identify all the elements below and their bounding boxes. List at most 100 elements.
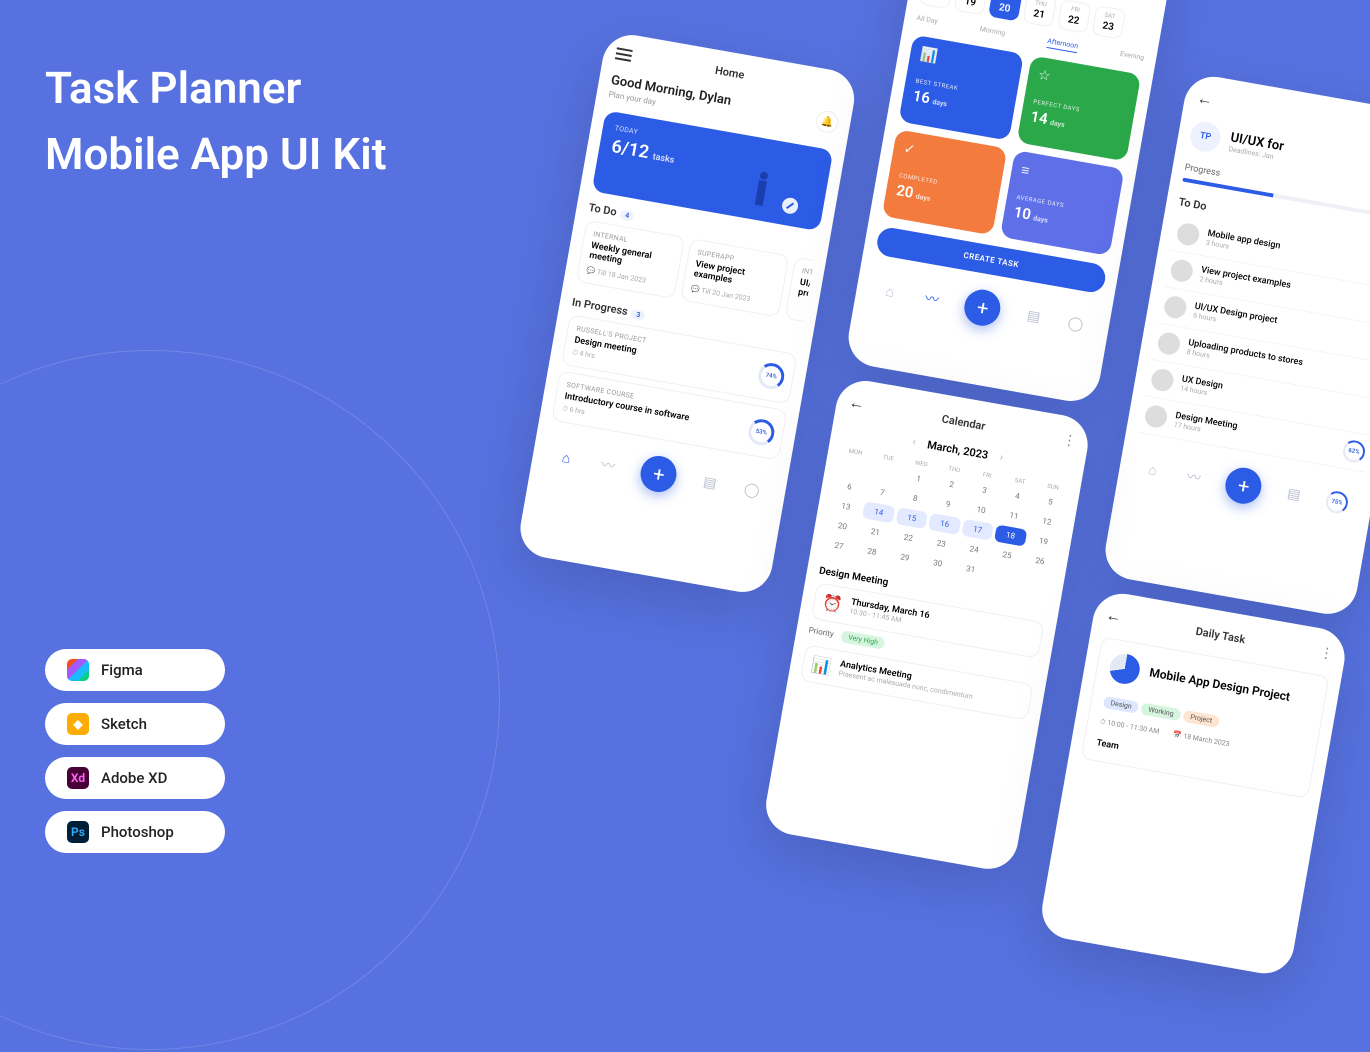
cal-day[interactable]	[987, 564, 1020, 586]
cal-day[interactable]: 28	[855, 541, 888, 563]
month-label: March, 2023	[926, 438, 989, 462]
todo-card[interactable]: SUPERAPP View project examples 💬 Till 20…	[680, 238, 789, 317]
cal-day[interactable]: 9	[932, 493, 965, 515]
fab-add[interactable]: +	[1223, 465, 1265, 507]
progress-ring: 74%	[756, 361, 786, 391]
next-month-icon[interactable]: ›	[999, 452, 1004, 463]
tools-list: Figma ◆Sketch XdAdobe XD PsPhotoshop	[45, 649, 225, 853]
nav-activity-icon[interactable]: 〰	[598, 455, 619, 476]
todo-card[interactable]: INTERNAL UI/UX project	[784, 256, 814, 327]
cal-day[interactable]: 11	[998, 505, 1031, 527]
illustration	[742, 163, 820, 229]
stat-card[interactable]: 📊BEST STREAK16days	[898, 35, 1023, 141]
cal-day[interactable]: 31	[954, 558, 987, 580]
cal-day[interactable]: 1	[902, 468, 935, 490]
period-tab[interactable]: All Day	[915, 14, 938, 29]
day-pill[interactable]: THU21	[1022, 0, 1057, 28]
period-tab[interactable]: Evening	[1119, 50, 1145, 65]
nav-activity-icon[interactable]: 〰	[922, 288, 943, 309]
day-pill[interactable]: MON18	[919, 0, 954, 9]
nav-profile-icon[interactable]: ◯	[1065, 314, 1086, 335]
day-pill[interactable]: SAT23	[1091, 5, 1126, 40]
cal-day[interactable]: 22	[892, 527, 925, 549]
day-pill[interactable]: TUE19	[954, 0, 989, 15]
phone-detail: ← TP UI/UX for Deadlines: Jan Progress T…	[1101, 72, 1370, 619]
cal-day[interactable]: 24	[958, 538, 991, 560]
nav-profile-icon[interactable]: ◯	[741, 480, 762, 501]
cal-day[interactable]: 23	[925, 533, 958, 555]
cal-day[interactable]	[836, 456, 869, 478]
sketch-icon: ◆	[67, 713, 89, 735]
menu-icon[interactable]	[615, 47, 633, 62]
cal-day[interactable]: 3	[968, 479, 1001, 501]
project-card[interactable]: Mobile App Design Project DesignWorkingP…	[1081, 636, 1330, 798]
phone-activity: Activity ⚙ Today January, 18 Mon 2023 MO…	[844, 0, 1175, 406]
day-pill[interactable]: WED20	[988, 0, 1023, 21]
cal-day[interactable]: 15	[895, 507, 928, 529]
cal-day[interactable]: 29	[888, 547, 921, 569]
cal-day[interactable]: 2	[935, 474, 968, 496]
cal-day[interactable]: 20	[826, 515, 859, 537]
cal-day[interactable]: 6	[833, 476, 866, 498]
nav-tasks-icon[interactable]: ▤	[1023, 306, 1044, 327]
cal-day[interactable]: 16	[928, 513, 961, 535]
cal-day[interactable]: 14	[862, 501, 895, 523]
cal-day[interactable]: 21	[859, 521, 892, 543]
cal-day[interactable]: 5	[1034, 491, 1067, 513]
cal-day[interactable]: 26	[1024, 550, 1057, 572]
fab-add[interactable]: +	[638, 453, 680, 495]
progress-ring: 53%	[746, 417, 776, 447]
cal-day[interactable]: 17	[961, 519, 994, 541]
project-avatar: TP	[1188, 119, 1223, 154]
nav-tasks-icon[interactable]: ▤	[699, 473, 720, 494]
cal-day[interactable]: 30	[921, 552, 954, 574]
fab-add[interactable]: +	[962, 287, 1004, 329]
back-icon[interactable]: ←	[1104, 605, 1123, 627]
nav-tasks-icon[interactable]: ▤	[1283, 484, 1304, 505]
avatar	[1143, 404, 1168, 429]
stat-card[interactable]: ✓COMPLETED20days	[882, 129, 1007, 235]
cal-day[interactable]	[1020, 570, 1053, 592]
stat-card[interactable]: ≡AVERAGE DAYS10days	[999, 150, 1124, 256]
day-pill[interactable]: FRI22	[1057, 0, 1092, 34]
cal-day[interactable]: 8	[899, 487, 932, 509]
cal-day[interactable]: 19	[1027, 530, 1060, 552]
avatar	[1169, 258, 1194, 283]
phone-calendar: ← Calendar ⋮ ‹ March, 2023 › MONTUEWEDTH…	[761, 376, 1092, 873]
screen-title: Calendar	[941, 412, 987, 432]
screen-title: Daily Task	[1195, 624, 1247, 646]
cal-day[interactable]: 27	[823, 535, 856, 557]
team-label: Team	[1096, 738, 1300, 783]
time-label: ⏱ 10:00 - 11:30 AM	[1099, 718, 1160, 737]
nav-activity-icon[interactable]: 〰	[1183, 467, 1204, 488]
cal-day[interactable]: 10	[965, 499, 998, 521]
back-icon[interactable]: ←	[847, 392, 866, 414]
cal-day[interactable]: 25	[991, 544, 1024, 566]
cal-day[interactable]: 18	[994, 525, 1027, 547]
avatar	[1150, 367, 1175, 392]
priority-label: Priority	[808, 626, 835, 639]
nav-home-icon[interactable]: ⌂	[556, 447, 577, 468]
period-tab[interactable]: Morning	[979, 25, 1006, 40]
tool-figma: Figma	[45, 649, 225, 691]
more-icon[interactable]: ⋮	[1061, 432, 1078, 450]
cal-day[interactable]: 4	[1001, 485, 1034, 507]
cal-day[interactable]	[869, 462, 902, 484]
back-icon[interactable]: ←	[1195, 88, 1214, 109]
bell-icon[interactable]: 🔔	[814, 109, 839, 134]
ps-icon: Ps	[67, 821, 89, 843]
todo-card[interactable]: INTERNAL Weekly general meeting 💬 Till 1…	[576, 220, 685, 299]
chart-icon: 📊	[810, 655, 833, 677]
cal-day[interactable]: 7	[866, 482, 899, 504]
stat-card[interactable]: ☆PERFECT DAYS14days	[1016, 55, 1141, 161]
priority-tag: Very High	[840, 630, 885, 649]
prev-month-icon[interactable]: ‹	[912, 437, 917, 448]
cal-day[interactable]: 13	[829, 496, 862, 518]
xd-icon: Xd	[67, 767, 89, 789]
period-tab[interactable]: Afternoon	[1046, 37, 1079, 53]
nav-home-icon[interactable]: ⌂	[1142, 459, 1163, 480]
nav-home-icon[interactable]: ⌂	[880, 281, 901, 302]
more-icon[interactable]: ⋮	[1318, 645, 1335, 663]
cal-day[interactable]: 12	[1030, 511, 1063, 533]
avatar	[1175, 222, 1200, 247]
